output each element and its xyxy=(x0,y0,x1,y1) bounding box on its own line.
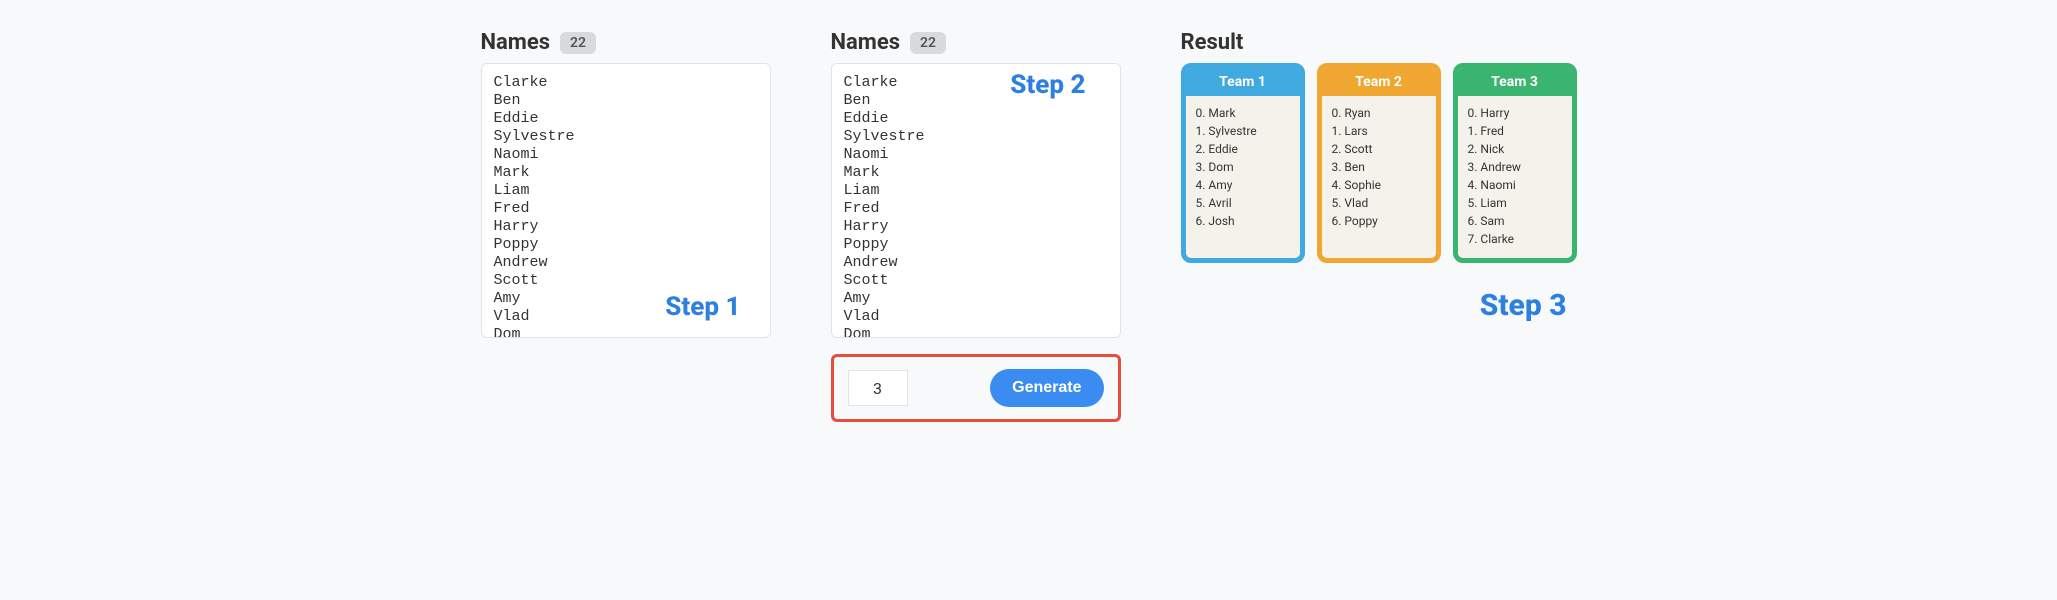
panel-step-1: Names 22 Step 1 xyxy=(481,30,771,342)
names-textarea-1[interactable] xyxy=(481,63,771,338)
team-member: 6. Josh xyxy=(1196,212,1290,230)
team-1-body: 0. Mark1. Sylvestre2. Eddie3. Dom4. Amy5… xyxy=(1186,96,1300,240)
team-member: 2. Nick xyxy=(1468,140,1562,158)
team-member: 4. Sophie xyxy=(1332,176,1426,194)
names-count-badge-2: 22 xyxy=(910,32,946,54)
team-card-2: Team 2 0. Ryan1. Lars2. Scott3. Ben4. So… xyxy=(1317,63,1441,263)
team-member: 6. Sam xyxy=(1468,212,1562,230)
teams-row: Team 1 0. Mark1. Sylvestre2. Eddie3. Dom… xyxy=(1181,63,1577,263)
result-title: Result xyxy=(1181,30,1244,55)
controls-bar: Generate xyxy=(831,354,1121,422)
team-member: 4. Amy xyxy=(1196,176,1290,194)
names-heading-2: Names 22 xyxy=(831,30,1121,55)
team-1-header: Team 1 xyxy=(1186,68,1300,96)
team-member: 0. Mark xyxy=(1196,104,1290,122)
team-card-3: Team 3 0. Harry1. Fred2. Nick3. Andrew4.… xyxy=(1453,63,1577,263)
team-3-header: Team 3 xyxy=(1458,68,1572,96)
team-member: 1. Fred xyxy=(1468,122,1562,140)
team-3-body: 0. Harry1. Fred2. Nick3. Andrew4. Naomi5… xyxy=(1458,96,1572,258)
panel-step-3: Result Team 1 0. Mark1. Sylvestre2. Eddi… xyxy=(1181,30,1577,313)
team-member: 5. Liam xyxy=(1468,194,1562,212)
team-2-body: 0. Ryan1. Lars2. Scott3. Ben4. Sophie5. … xyxy=(1322,96,1436,240)
team-member: 3. Andrew xyxy=(1468,158,1562,176)
team-member: 3. Dom xyxy=(1196,158,1290,176)
team-member: 5. Avril xyxy=(1196,194,1290,212)
team-member: 0. Ryan xyxy=(1332,104,1426,122)
panel-step-2: Names 22 Step 2 Generate xyxy=(831,30,1121,422)
generate-button[interactable]: Generate xyxy=(990,369,1103,407)
team-count-input[interactable] xyxy=(848,370,908,406)
names-count-badge-1: 22 xyxy=(560,32,596,54)
team-member: 6. Poppy xyxy=(1332,212,1426,230)
team-member: 7. Clarke xyxy=(1468,230,1562,248)
team-member: 1. Lars xyxy=(1332,122,1426,140)
team-member: 4. Naomi xyxy=(1468,176,1562,194)
team-member: 2. Scott xyxy=(1332,140,1426,158)
team-member: 3. Ben xyxy=(1332,158,1426,176)
team-card-1: Team 1 0. Mark1. Sylvestre2. Eddie3. Dom… xyxy=(1181,63,1305,263)
names-heading-1: Names 22 xyxy=(481,30,771,55)
team-member: 0. Harry xyxy=(1468,104,1562,122)
result-heading: Result xyxy=(1181,30,1577,55)
names-title-1: Names xyxy=(481,30,551,55)
names-textarea-2[interactable] xyxy=(831,63,1121,338)
step-3-label: Step 3 xyxy=(1480,288,1567,323)
team-member: 1. Sylvestre xyxy=(1196,122,1290,140)
names-title-2: Names xyxy=(831,30,901,55)
team-member: 5. Vlad xyxy=(1332,194,1426,212)
team-member: 2. Eddie xyxy=(1196,140,1290,158)
team-2-header: Team 2 xyxy=(1322,68,1436,96)
